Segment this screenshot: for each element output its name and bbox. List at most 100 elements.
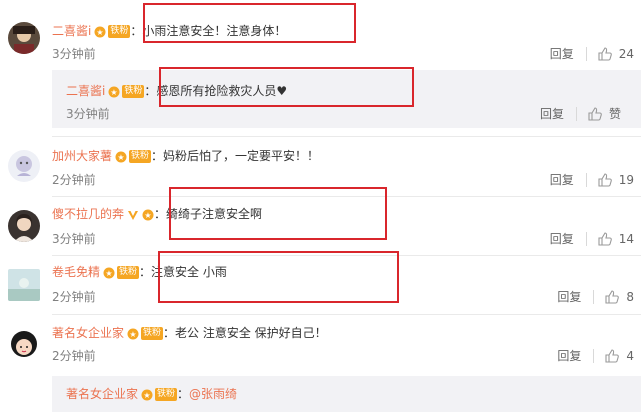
reply-button[interactable]: 回复 xyxy=(557,289,581,305)
svg-text:★: ★ xyxy=(105,269,112,278)
vip-icon: ★ xyxy=(108,85,120,98)
vip-icon: ★ xyxy=(142,208,154,221)
svg-text:★: ★ xyxy=(143,391,150,400)
vip-icon: ★ xyxy=(115,150,127,163)
like-count: 4 xyxy=(626,349,634,363)
colon-separator: ： xyxy=(144,84,157,98)
comment-item: 傻不拉几的奔 ★ ： 绮绮子注意安全啊 3分钟前 回复 14 xyxy=(0,198,641,256)
svg-text:★: ★ xyxy=(117,153,124,162)
colon-separator: ： xyxy=(163,326,176,340)
svg-text:★: ★ xyxy=(129,330,136,339)
avatar[interactable] xyxy=(8,328,40,360)
timestamp[interactable]: 2分钟前 xyxy=(52,289,96,305)
avatar[interactable] xyxy=(8,22,40,54)
reply-button[interactable]: 回复 xyxy=(550,46,574,62)
comment-text: 感恩所有抢险救灾人员♥ xyxy=(156,84,288,98)
action-divider xyxy=(585,47,587,61)
thumbs-up-icon xyxy=(588,107,602,121)
fan-badge: 铁粉 xyxy=(155,387,178,401)
thumbs-up-icon xyxy=(605,290,620,304)
username-link[interactable]: 二喜酱i xyxy=(52,22,91,40)
like-count: 19 xyxy=(618,173,634,187)
username-link[interactable]: 卷毛免精 xyxy=(52,263,100,281)
like-button[interactable]: 4 xyxy=(604,348,634,364)
colon-separator: ： xyxy=(154,207,167,221)
svg-text:★: ★ xyxy=(144,211,151,220)
reply-button[interactable]: 回复 xyxy=(550,231,574,247)
comment-actions: 回复 8 xyxy=(557,289,634,305)
verified-v-icon xyxy=(127,208,139,220)
comment-text: 注意安全 小雨 xyxy=(151,265,227,279)
comment-actions: 回复 14 xyxy=(550,231,634,247)
like-button[interactable]: 赞 xyxy=(587,106,621,122)
timestamp[interactable]: 3分钟前 xyxy=(52,46,96,62)
timestamp[interactable]: 2分钟前 xyxy=(52,348,96,364)
fan-badge: 铁粉 xyxy=(141,326,164,340)
comment-divider xyxy=(52,136,641,137)
timestamp[interactable]: 3分钟前 xyxy=(52,231,96,247)
avatar[interactable] xyxy=(8,269,40,301)
username-link[interactable]: 二喜酱i xyxy=(66,82,105,100)
like-count: 赞 xyxy=(608,107,621,121)
reply-button[interactable]: 回复 xyxy=(550,172,574,188)
comment-text: 小雨注意安全！注意身体！ xyxy=(142,24,287,38)
timestamp[interactable]: 3分钟前 xyxy=(66,106,110,122)
comment-divider xyxy=(52,255,641,256)
reply-button[interactable]: 回复 xyxy=(540,106,564,122)
username-link[interactable]: 加州大家薯 xyxy=(52,147,112,165)
thumbs-up-icon xyxy=(598,232,612,246)
vip-icon: ★ xyxy=(103,266,115,279)
reply-button[interactable]: 回复 xyxy=(557,348,581,364)
colon-separator: ： xyxy=(139,265,152,279)
action-divider xyxy=(585,232,587,246)
avatar[interactable] xyxy=(8,210,40,242)
action-divider xyxy=(593,290,595,304)
like-count: 8 xyxy=(626,290,634,304)
comment-text: 绮绮子注意安全啊 xyxy=(166,207,263,221)
like-button[interactable]: 8 xyxy=(604,289,634,305)
comment-actions: 回复 19 xyxy=(550,172,634,188)
comment-text: 老公 注意安全 保护好自己！ xyxy=(175,326,327,340)
fan-badge: 铁粉 xyxy=(108,24,131,38)
like-button[interactable]: 24 xyxy=(597,46,634,62)
fan-badge: 铁粉 xyxy=(129,149,152,163)
colon-separator: ： xyxy=(151,149,164,163)
action-divider xyxy=(593,349,595,363)
colon-separator: ： xyxy=(130,24,143,38)
comment-text: 妈粉后怕了，一定要平安！！ xyxy=(163,149,320,163)
svg-text:★: ★ xyxy=(111,88,118,97)
fan-badge: 铁粉 xyxy=(117,265,140,279)
comment-actions: 回复 24 xyxy=(550,46,634,62)
timestamp[interactable]: 2分钟前 xyxy=(52,172,96,188)
reply-box: 二喜酱i ★ 铁粉 ： 感恩所有抢险救灾人员♥ 3分钟前 回复 赞 xyxy=(52,70,641,128)
comment-actions: 回复 4 xyxy=(557,348,634,364)
fan-badge: 铁粉 xyxy=(122,84,145,98)
comment-actions: 回复 赞 xyxy=(540,106,621,122)
like-button[interactable]: 19 xyxy=(597,172,634,188)
comment-item: 著名女企业家 ★ 铁粉 ： 老公 注意安全 保护好自己！ 2分钟前 回复 4 xyxy=(0,316,641,372)
thumbs-up-icon xyxy=(598,47,612,61)
comment-divider xyxy=(52,196,641,197)
mention-link[interactable]: @张雨绮 xyxy=(189,385,237,403)
action-divider xyxy=(575,107,577,121)
like-count: 24 xyxy=(618,47,634,61)
username-link[interactable]: 傻不拉几的奔 xyxy=(52,205,124,223)
comment-item: 二喜酱i ★ 铁粉 ： 小雨注意安全！注意身体！ 3分钟前 回复 24 xyxy=(0,0,641,70)
comment-item: 卷毛免精 ★ 铁粉 ： 注意安全 小雨 2分钟前 回复 8 xyxy=(0,257,641,317)
comment-item: 加州大家薯 ★ 铁粉 ： 妈粉后怕了，一定要平安！！ 2分钟前 回复 19 xyxy=(0,140,641,198)
avatar[interactable] xyxy=(8,150,40,182)
vip-icon: ★ xyxy=(127,327,139,340)
thumbs-up-icon xyxy=(605,349,620,363)
comment-divider xyxy=(52,314,641,315)
colon-separator: ： xyxy=(177,387,190,401)
svg-text:★: ★ xyxy=(97,28,104,37)
action-divider xyxy=(585,173,587,187)
vip-icon: ★ xyxy=(141,388,153,401)
like-count: 14 xyxy=(618,232,634,246)
username-link[interactable]: 著名女企业家 xyxy=(52,324,124,342)
vip-icon: ★ xyxy=(94,25,106,38)
like-button[interactable]: 14 xyxy=(597,231,634,247)
reply-box: 著名女企业家 ★ 铁粉 ： @张雨绮 xyxy=(52,376,641,412)
username-link[interactable]: 著名女企业家 xyxy=(66,385,138,403)
thumbs-up-icon xyxy=(598,173,612,187)
